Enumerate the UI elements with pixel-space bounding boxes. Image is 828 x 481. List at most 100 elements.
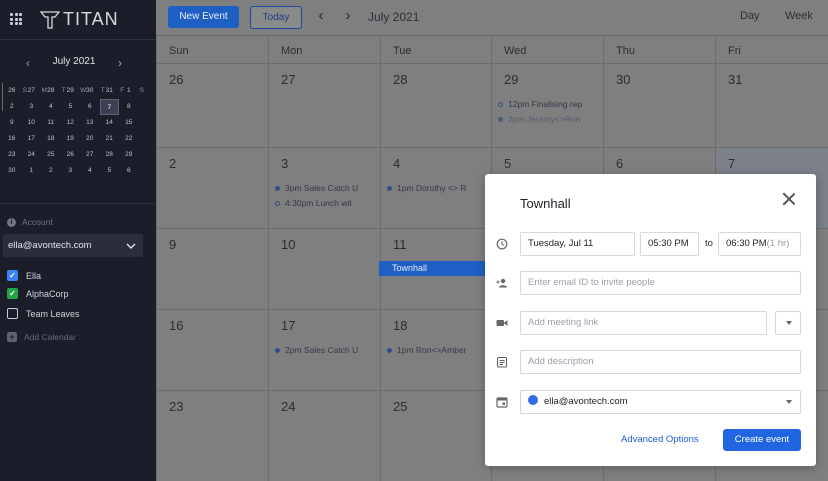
day-cell[interactable]: 23 — [156, 390, 268, 481]
calendar-toggle-team-leaves[interactable]: Team Leaves — [7, 308, 80, 319]
view-week-tab[interactable]: Week — [785, 10, 813, 22]
close-icon[interactable] — [781, 191, 797, 207]
mini-calendar-day[interactable]: 29 — [119, 147, 139, 163]
chevron-down-icon — [126, 243, 136, 249]
calendar-event-bar[interactable]: Townhall — [379, 261, 490, 276]
calendar-toggle-alphacorp[interactable]: ✓ AlphaCorp — [7, 288, 69, 299]
day-cell[interactable]: 29 12pm Finalising rep 2pm Jeremy<>Ron — [491, 63, 603, 147]
day-cell[interactable]: 25 — [380, 390, 491, 481]
calendar-event[interactable]: 3pm Sales Catch U — [275, 183, 358, 193]
mini-calendar-day[interactable]: 30 — [2, 163, 22, 179]
mini-calendar-day[interactable]: 6 — [119, 163, 139, 179]
mini-calendar-day[interactable]: 4 — [80, 163, 100, 179]
mini-calendar-day[interactable]: 22 — [119, 131, 139, 147]
mini-calendar-day[interactable]: 17 — [22, 131, 42, 147]
account-label-text: Account — [22, 217, 53, 227]
mini-calendar-day[interactable]: 1 — [22, 163, 42, 179]
mini-calendar-day[interactable]: 11 — [41, 115, 61, 131]
mini-calendar-day[interactable]: 20 — [80, 131, 100, 147]
day-number: 23 — [169, 399, 184, 414]
mini-calendar-day[interactable]: 15 — [119, 115, 139, 131]
apps-grid-icon[interactable] — [10, 13, 22, 25]
weekday-label: Tue — [380, 36, 491, 64]
mini-calendar-day[interactable]: 26 — [61, 147, 81, 163]
mini-calendar-day[interactable]: 16 — [2, 131, 22, 147]
day-cell[interactable]: 2 — [156, 147, 268, 228]
event-title: 12pm Finalising rep — [508, 99, 583, 109]
day-cell[interactable]: 30 — [603, 63, 715, 147]
day-cell[interactable]: 28 — [380, 63, 491, 147]
day-cell[interactable]: 18 1pm Ron<>Amber — [380, 309, 491, 390]
end-time-field[interactable]: 06:30 PM(1 hr) — [718, 232, 801, 256]
start-time-field[interactable]: 05:30 PM — [640, 232, 699, 256]
day-cell[interactable]: 9 — [156, 228, 268, 309]
calendar-event[interactable]: 1pm Ron<>Amber — [387, 345, 466, 355]
calendar-select[interactable]: ella@avontech.com — [520, 390, 801, 414]
mini-calendar-day[interactable]: 25 — [41, 147, 61, 163]
weekday-label: Fri — [715, 36, 828, 64]
day-cell[interactable]: 24 — [268, 390, 380, 481]
current-month-label: July 2021 — [368, 10, 420, 24]
mini-calendar-header: ‹ July 2021 › — [0, 56, 156, 70]
mini-dow-label: W — [80, 87, 87, 94]
mini-prev-month-icon[interactable]: ‹ — [22, 56, 34, 70]
checkbox-checked-icon[interactable]: ✓ — [7, 288, 18, 299]
mini-calendar-day[interactable]: 23 — [2, 147, 22, 163]
mini-dow-label: T — [61, 87, 66, 94]
day-cell[interactable]: 27 — [268, 63, 380, 147]
add-calendar-button[interactable]: + Add Calendar — [7, 332, 76, 342]
to-label: to — [705, 238, 713, 249]
checkbox-unchecked-icon[interactable] — [7, 308, 18, 319]
mini-calendar-day[interactable]: 21 — [100, 131, 120, 147]
calendar-event[interactable]: 1pm Dorothy <> R — [387, 183, 466, 193]
day-cell[interactable]: 17 2pm Sales Catch U — [268, 309, 380, 390]
mini-calendar-day[interactable]: 13 — [80, 115, 100, 131]
day-number: 3 — [281, 156, 289, 171]
calendar-event[interactable]: 2pm Sales Catch U — [275, 345, 358, 355]
checkbox-checked-icon[interactable]: ✓ — [7, 270, 18, 281]
invite-input[interactable]: Enter email ID to invite people — [520, 271, 801, 295]
day-cell[interactable]: 3 3pm Sales Catch U 4:30pm Lunch wit — [268, 147, 380, 228]
view-day-tab[interactable]: Day — [740, 10, 760, 22]
mini-calendar-day[interactable]: 3 — [61, 163, 81, 179]
day-cell[interactable]: 16 — [156, 309, 268, 390]
mini-calendar-day[interactable]: 5 — [100, 163, 120, 179]
mini-calendar-day[interactable]: 14 — [100, 115, 120, 131]
mini-calendar-day[interactable]: 2 — [41, 163, 61, 179]
mini-calendar-day[interactable]: 24 — [22, 147, 42, 163]
day-cell[interactable]: 31 — [715, 63, 828, 147]
day-cell[interactable]: 10 — [268, 228, 380, 309]
mini-calendar-day[interactable]: 18 — [41, 131, 61, 147]
today-button[interactable]: Today — [250, 6, 302, 29]
mini-calendar-day[interactable]: 19 — [61, 131, 81, 147]
create-event-button[interactable]: Create event — [723, 429, 801, 451]
calendar-event[interactable]: 4:30pm Lunch wit — [275, 198, 352, 208]
next-month-icon[interactable]: › — [341, 7, 355, 24]
date-field[interactable]: Tuesday, Jul 11 — [520, 232, 635, 256]
mini-calendar-day[interactable]: 27 — [80, 147, 100, 163]
sidebar: TITAN ‹ July 2021 › S M T W T F S 26 27 28 29 30 31 1… — [0, 0, 156, 481]
description-input[interactable]: Add description — [520, 350, 801, 374]
mini-calendar-day[interactable]: 12 — [61, 115, 81, 131]
titan-logo-icon — [40, 10, 60, 29]
prev-month-icon[interactable]: ‹ — [314, 7, 328, 24]
day-number: 6 — [616, 156, 624, 171]
mini-next-month-icon[interactable]: › — [114, 56, 126, 70]
mini-calendar-day[interactable]: 9 — [2, 115, 22, 131]
meeting-provider-dropdown[interactable] — [775, 311, 801, 335]
new-event-button[interactable]: New Event — [168, 6, 239, 28]
calendar-event[interactable]: 2pm Jeremy<>Ron — [498, 114, 580, 124]
account-select[interactable]: ella@avontech.com — [3, 234, 143, 257]
weekday-label: Sun — [156, 36, 268, 64]
plus-icon: + — [7, 332, 17, 342]
meeting-link-input[interactable]: Add meeting link — [520, 311, 767, 335]
calendar-toggle-ella[interactable]: ✓ Ella — [7, 270, 41, 281]
calendar-toggle-label: Ella — [26, 270, 42, 281]
calendar-event[interactable]: 12pm Finalising rep — [498, 99, 582, 109]
end-time-value: 06:30 PM — [726, 238, 767, 249]
day-cell[interactable]: 26 — [156, 63, 268, 147]
mini-calendar-day[interactable]: 28 — [100, 147, 120, 163]
advanced-options-link[interactable]: Advanced Options — [621, 434, 699, 445]
mini-calendar-day[interactable]: 10 — [22, 115, 42, 131]
day-cell[interactable]: 4 1pm Dorothy <> R — [380, 147, 491, 228]
